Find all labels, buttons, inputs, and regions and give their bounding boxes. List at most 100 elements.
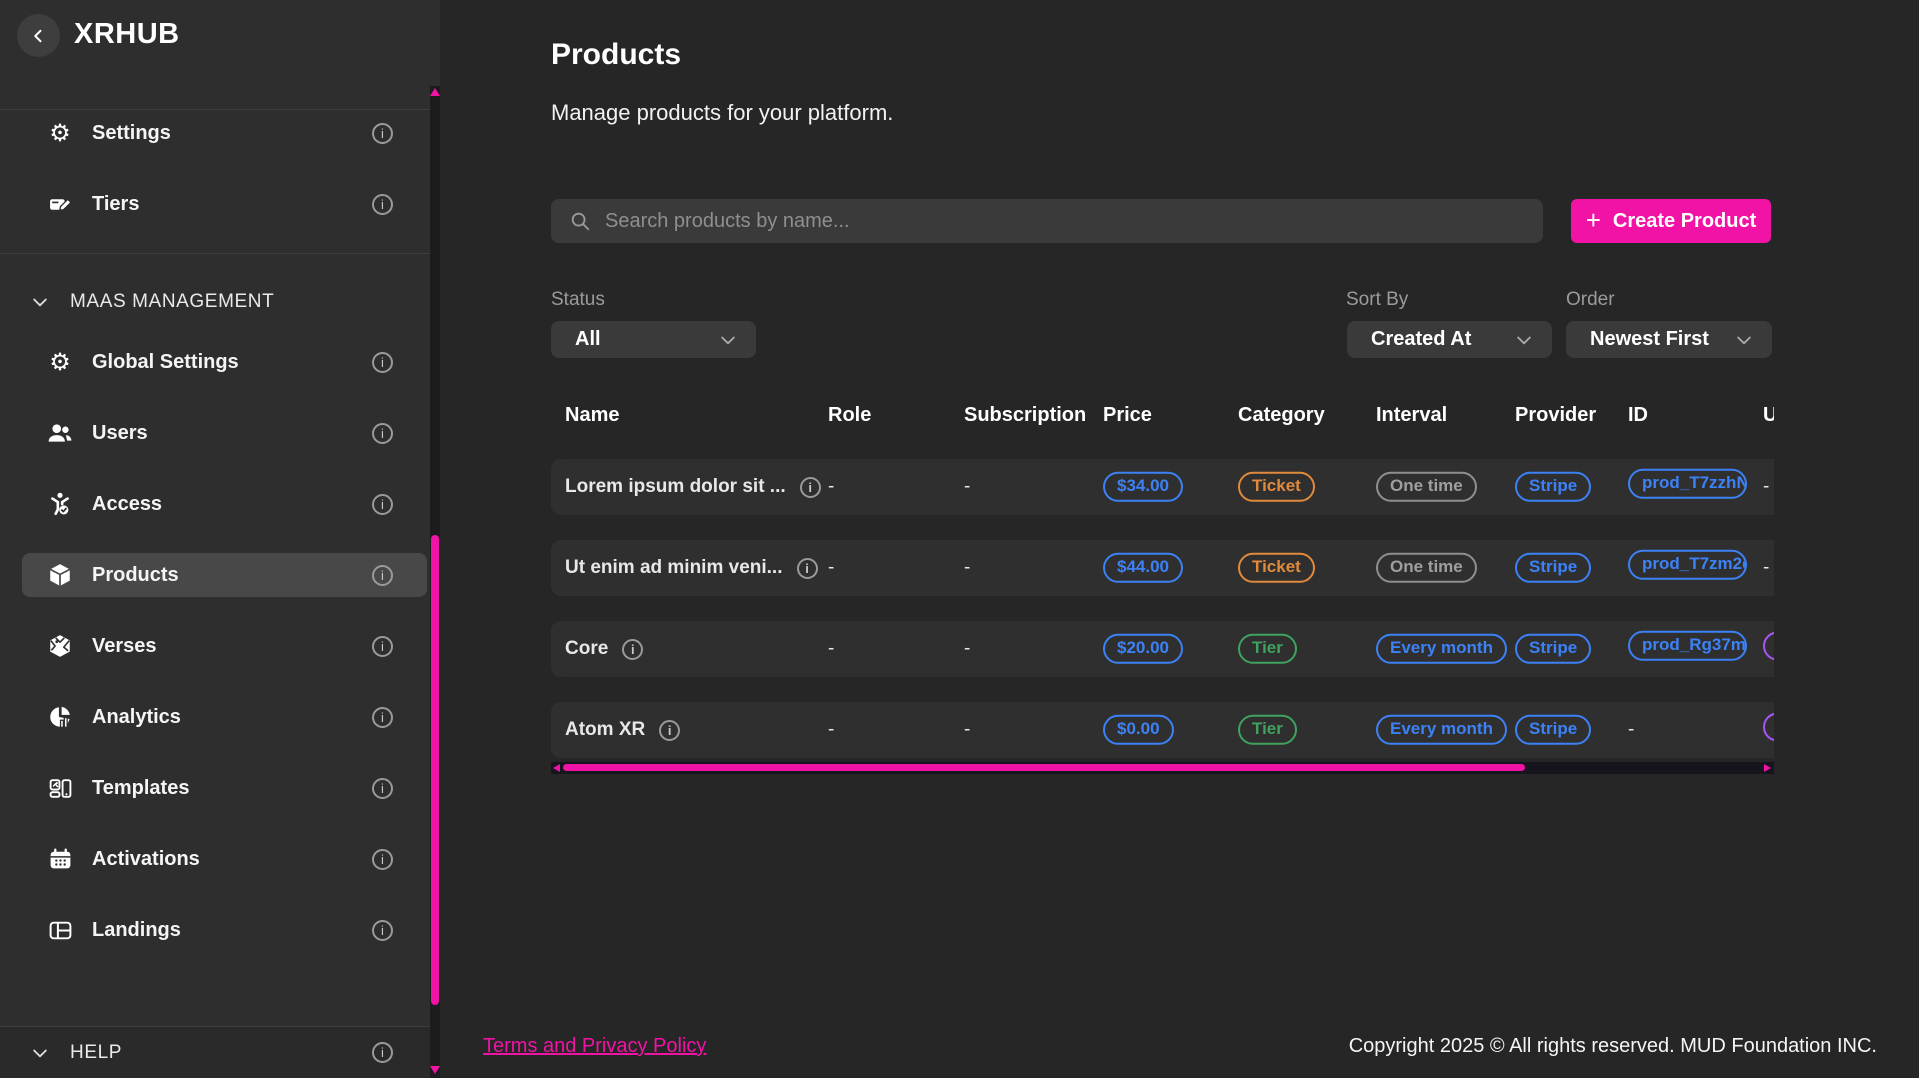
page-title: Products <box>551 38 681 72</box>
create-product-button[interactable]: + Create Product <box>1571 199 1771 243</box>
interval-badge: One time <box>1376 553 1477 583</box>
sidebar-item-verses[interactable]: Verses i <box>22 624 427 668</box>
info-icon[interactable]: i <box>372 123 393 144</box>
products-table: Name Role Subscription Price Category In… <box>551 404 1774 784</box>
pie-chart-icon <box>47 704 73 730</box>
info-icon[interactable]: i <box>372 707 393 728</box>
chevron-down-icon <box>718 330 738 350</box>
sort-by-select[interactable]: Created At <box>1347 321 1552 358</box>
info-icon[interactable]: i <box>372 565 393 586</box>
table-horizontal-scrollbar[interactable] <box>551 762 1774 774</box>
role-value: - <box>828 638 834 660</box>
info-icon[interactable]: i <box>372 849 393 870</box>
price-badge: $20.00 <box>1103 634 1183 664</box>
scroll-down-arrow[interactable] <box>430 1066 440 1074</box>
scroll-right-arrow[interactable] <box>1764 764 1771 772</box>
info-icon[interactable]: i <box>372 494 393 515</box>
subscription-value: - <box>964 557 970 579</box>
product-name: Core <box>565 638 608 660</box>
copyright-text: Copyright 2025 © All rights reserved. MU… <box>1349 1035 1877 1058</box>
gear-icon: ⚙ <box>47 120 73 146</box>
provider-badge: Stripe <box>1515 553 1591 583</box>
order-label: Order <box>1566 289 1615 311</box>
provider-badge: Stripe <box>1515 472 1591 502</box>
price-badge: $0.00 <box>1103 715 1174 745</box>
provider-badge: Stripe <box>1515 634 1591 664</box>
price-badge: $44.00 <box>1103 553 1183 583</box>
category-badge: Ticket <box>1238 553 1315 583</box>
search-input[interactable] <box>605 210 1505 233</box>
category-badge: Ticket <box>1238 472 1315 502</box>
sidebar-divider <box>0 253 440 254</box>
scroll-up-arrow[interactable] <box>430 88 440 96</box>
info-icon[interactable]: i <box>372 778 393 799</box>
info-icon[interactable]: i <box>372 636 393 657</box>
col-name: Name <box>565 404 619 427</box>
table-row[interactable]: Atom XR i - - $0.00 Tier Every month Str… <box>551 702 1774 758</box>
calendar-icon <box>47 846 73 872</box>
chevron-down-icon <box>1734 330 1754 350</box>
status-filter-label: Status <box>551 289 605 311</box>
info-icon[interactable]: i <box>622 639 643 660</box>
sidebar-item-settings[interactable]: ⚙ Settings i <box>22 111 427 155</box>
sidebar-item-label: Tiers <box>92 193 139 216</box>
table-row[interactable]: Lorem ipsum dolor sit ... i - - $34.00 T… <box>551 459 1774 515</box>
info-icon[interactable]: i <box>372 352 393 373</box>
sidebar-header: XRHUB <box>0 0 440 110</box>
info-icon[interactable]: i <box>372 194 393 215</box>
sidebar-item-products[interactable]: Products i <box>22 553 427 597</box>
price-badge: $34.00 <box>1103 472 1183 502</box>
card-pen-icon <box>47 191 73 217</box>
sidebar-item-label: Products <box>92 564 179 587</box>
table-header: Name Role Subscription Price Category In… <box>551 404 1774 434</box>
sidebar-item-label: Landings <box>92 919 181 942</box>
horizontal-scrollbar-thumb[interactable] <box>563 764 1525 771</box>
sidebar-item-landings[interactable]: Landings i <box>22 908 427 952</box>
sidebar-item-templates[interactable]: Templates i <box>22 766 427 810</box>
sidebar-item-users[interactable]: Users i <box>22 411 427 455</box>
interval-badge: Every month <box>1376 715 1507 745</box>
product-name: Ut enim ad minim veni... <box>565 557 783 579</box>
section-label: MAAS MANAGEMENT <box>70 291 274 313</box>
subscription-value: - <box>964 476 970 498</box>
sidebar-item-label: Templates <box>92 777 189 800</box>
sidebar-item-label: Analytics <box>92 706 181 729</box>
col-interval: Interval <box>1376 404 1447 427</box>
product-id-badge: prod_T7zzhNf3c <box>1628 469 1747 499</box>
subscription-value: - <box>964 719 970 741</box>
col-subscription: Subscription <box>964 404 1086 427</box>
app-title: XRHUB <box>74 18 180 51</box>
col-category: Category <box>1238 404 1325 427</box>
sidebar-item-tiers[interactable]: Tiers i <box>22 182 427 226</box>
info-icon[interactable]: i <box>372 423 393 444</box>
info-icon[interactable]: i <box>659 720 680 741</box>
main-content: Products Manage products for your platfo… <box>440 0 1919 1078</box>
sidebar-item-label: Access <box>92 493 162 516</box>
col-u-clipped: U <box>1763 404 1774 427</box>
info-icon[interactable]: i <box>372 1042 393 1063</box>
scroll-left-arrow[interactable] <box>553 764 560 772</box>
sidebar-scrollbar-thumb[interactable] <box>431 535 439 1005</box>
sidebar-item-global-settings[interactable]: ⚙ Global Settings i <box>22 340 427 384</box>
terms-privacy-link[interactable]: Terms and Privacy Policy <box>483 1035 706 1058</box>
search-box[interactable] <box>551 199 1543 243</box>
product-name: Lorem ipsum dolor sit ... <box>565 476 786 498</box>
sidebar-item-analytics[interactable]: Analytics i <box>22 695 427 739</box>
plus-icon: + <box>1586 207 1601 233</box>
chevron-down-icon <box>30 292 50 312</box>
product-name: Atom XR <box>565 719 645 741</box>
order-select[interactable]: Newest First <box>1566 321 1772 358</box>
section-label: HELP <box>70 1042 122 1064</box>
status-select[interactable]: All <box>551 321 756 358</box>
info-icon[interactable]: i <box>372 920 393 941</box>
table-row[interactable]: Ut enim ad minim veni... i - - $44.00 Ti… <box>551 540 1774 596</box>
collapse-sidebar-button[interactable] <box>17 14 60 57</box>
section-help[interactable]: HELP i <box>0 1026 440 1078</box>
sidebar-item-activations[interactable]: Activations i <box>22 837 427 881</box>
sidebar-item-access[interactable]: Access i <box>22 482 427 526</box>
info-icon[interactable]: i <box>797 558 818 579</box>
table-row[interactable]: Core i - - $20.00 Tier Every month Strip… <box>551 621 1774 677</box>
info-icon[interactable]: i <box>800 477 821 498</box>
product-id-badge: prod_T7zm2qiQ <box>1628 550 1747 580</box>
section-maas-management[interactable]: MAAS MANAGEMENT <box>0 280 440 324</box>
